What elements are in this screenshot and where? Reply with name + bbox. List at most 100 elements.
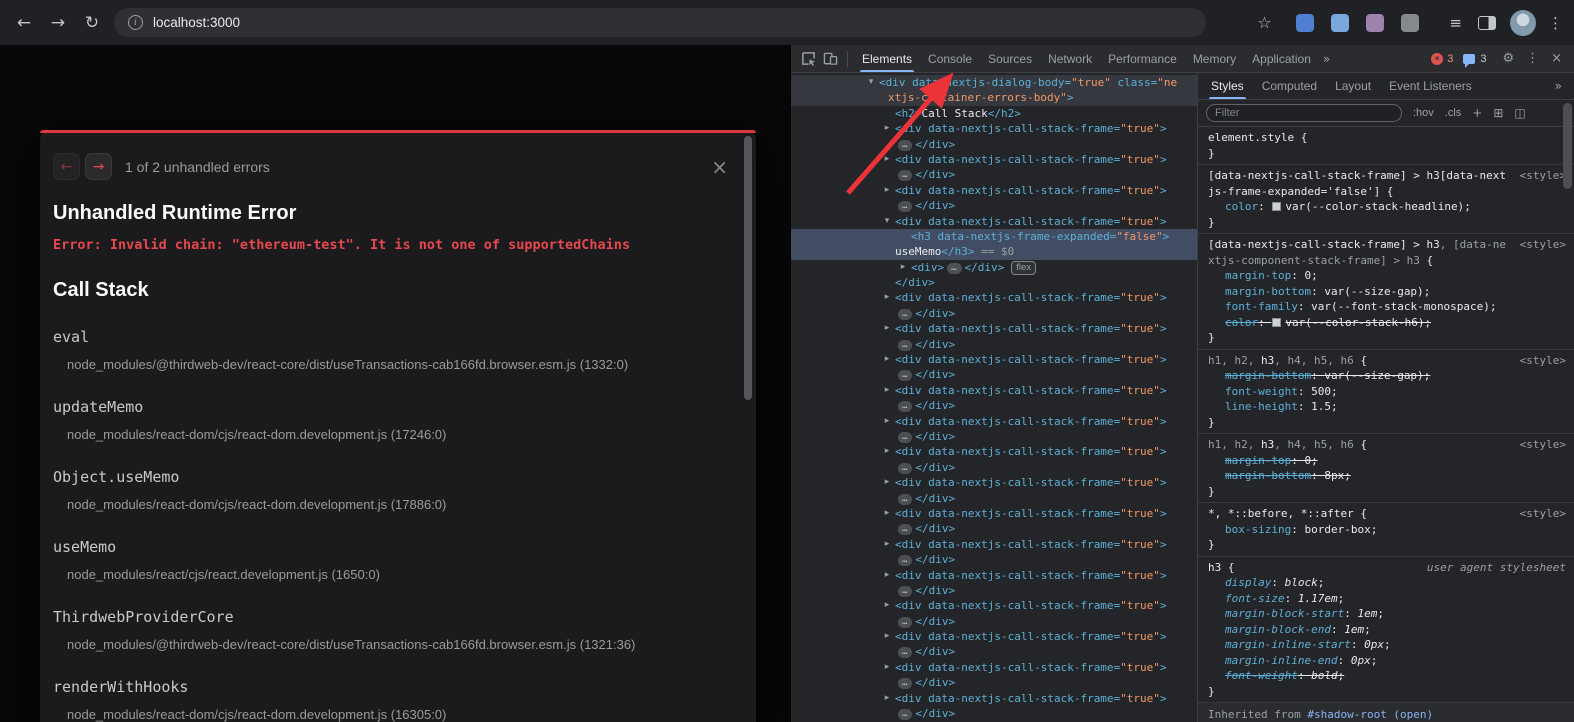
- more-styles-tabs-icon[interactable]: »: [1547, 79, 1570, 93]
- rule-source-link[interactable]: <style>: [1520, 237, 1566, 253]
- dialog-scrollbar-thumb[interactable]: [744, 136, 752, 400]
- dom-node-line[interactable]: …</div>: [791, 521, 1197, 536]
- flex-badge[interactable]: flex: [1011, 261, 1036, 275]
- ellipsis-expand-icon[interactable]: …: [898, 401, 912, 412]
- expand-arrow-icon[interactable]: ▸: [881, 568, 893, 583]
- dom-node-line[interactable]: …</div>: [791, 167, 1197, 182]
- expand-arrow-icon[interactable]: ▸: [881, 660, 893, 675]
- dom-node-line[interactable]: …</div>: [791, 306, 1197, 321]
- bookmark-star-icon[interactable]: ☆: [1252, 13, 1276, 32]
- tab-sources[interactable]: Sources: [980, 45, 1040, 72]
- styles-tab-event-listeners[interactable]: Event Listeners: [1380, 73, 1481, 99]
- dom-node-line[interactable]: ▸<div data-nextjs-call-stack-frame="true…: [791, 183, 1197, 198]
- dom-node-line[interactable]: xtjs-container-errors-body">: [791, 90, 1197, 105]
- ellipsis-expand-icon[interactable]: …: [898, 370, 912, 381]
- devtools-close-icon[interactable]: ×: [1551, 51, 1562, 66]
- back-button[interactable]: ←: [12, 13, 36, 33]
- css-property[interactable]: display: block;: [1208, 575, 1566, 591]
- dom-node-line[interactable]: ▸<div data-nextjs-call-stack-frame="true…: [791, 691, 1197, 706]
- ellipsis-expand-icon[interactable]: …: [898, 432, 912, 443]
- dom-node-line[interactable]: ▸<div data-nextjs-call-stack-frame="true…: [791, 475, 1197, 490]
- rule-source-link[interactable]: <style>: [1520, 168, 1566, 184]
- close-dialog-icon[interactable]: ×: [711, 155, 728, 179]
- css-property[interactable]: font-size: 1.17em;: [1208, 591, 1566, 607]
- dom-node-line[interactable]: …</div>: [791, 614, 1197, 629]
- css-property[interactable]: margin-bottom: var(--size-gap);: [1208, 284, 1566, 300]
- dom-node-line[interactable]: ▸<div data-nextjs-call-stack-frame="true…: [791, 660, 1197, 675]
- dom-node-line[interactable]: ▸<div data-nextjs-call-stack-frame="true…: [791, 152, 1197, 167]
- element-classes-button[interactable]: .cls: [1445, 107, 1462, 119]
- css-property[interactable]: margin-block-end: 1em;: [1208, 622, 1566, 638]
- rule-source-link[interactable]: <style>: [1520, 506, 1566, 522]
- extension-gray[interactable]: [1401, 14, 1419, 32]
- css-property[interactable]: margin-bottom: 8px;: [1208, 468, 1566, 484]
- ellipsis-expand-icon[interactable]: …: [898, 709, 912, 720]
- ellipsis-expand-icon[interactable]: …: [898, 463, 912, 474]
- css-property[interactable]: margin-inline-start: 0px;: [1208, 637, 1566, 653]
- dom-node-line[interactable]: …</div>: [791, 198, 1197, 213]
- collapse-arrow-icon[interactable]: ▾: [865, 75, 877, 90]
- side-panel-icon[interactable]: [1478, 16, 1496, 30]
- collapse-arrow-icon[interactable]: ▾: [881, 214, 893, 229]
- rule-source-link[interactable]: <style>: [1520, 353, 1566, 369]
- ellipsis-expand-icon[interactable]: …: [898, 140, 912, 151]
- ellipsis-expand-icon[interactable]: …: [898, 586, 912, 597]
- ellipsis-expand-icon[interactable]: …: [898, 647, 912, 658]
- tab-console[interactable]: Console: [920, 45, 980, 72]
- dom-node-line[interactable]: ▸<div data-nextjs-call-stack-frame="true…: [791, 321, 1197, 336]
- ellipsis-expand-icon[interactable]: …: [898, 201, 912, 212]
- ellipsis-expand-icon[interactable]: …: [947, 263, 961, 274]
- expand-arrow-icon[interactable]: ▸: [881, 414, 893, 429]
- dom-node-line[interactable]: …</div>: [791, 137, 1197, 152]
- rule-source-link[interactable]: user agent stylesheet: [1427, 560, 1566, 576]
- expand-arrow-icon[interactable]: ▸: [881, 152, 893, 167]
- dom-node-line[interactable]: …</div>: [791, 398, 1197, 413]
- css-property[interactable]: color: var(--color-stack-headline);: [1208, 199, 1566, 215]
- styles-filter-input[interactable]: [1206, 104, 1402, 122]
- dom-node-line[interactable]: …</div>: [791, 337, 1197, 352]
- css-property[interactable]: font-weight: bold;: [1208, 668, 1566, 684]
- dom-node-line[interactable]: ▸<div data-nextjs-call-stack-frame="true…: [791, 383, 1197, 398]
- devtools-menu-icon[interactable]: ⋮: [1526, 51, 1539, 66]
- new-style-rule-icon[interactable]: +: [1472, 106, 1482, 120]
- ellipsis-expand-icon[interactable]: …: [898, 170, 912, 181]
- expand-arrow-icon[interactable]: ▸: [881, 629, 893, 644]
- dom-node-line[interactable]: …</div>: [791, 706, 1197, 721]
- dom-node-line[interactable]: <h3 data-nextjs-frame-expanded="false">: [791, 229, 1197, 244]
- css-property[interactable]: margin-top: 0;: [1208, 453, 1566, 469]
- dom-node-line[interactable]: …</div>: [791, 367, 1197, 382]
- ellipsis-expand-icon[interactable]: …: [898, 309, 912, 320]
- ellipsis-expand-icon[interactable]: …: [898, 678, 912, 689]
- css-property[interactable]: color: var(--color-stack-h6);: [1208, 315, 1566, 331]
- next-error-button[interactable]: →: [85, 153, 112, 180]
- dom-node-line[interactable]: ▸<div data-nextjs-call-stack-frame="true…: [791, 352, 1197, 367]
- ellipsis-expand-icon[interactable]: …: [898, 617, 912, 628]
- ellipsis-expand-icon[interactable]: …: [898, 494, 912, 505]
- styles-tab-styles[interactable]: Styles: [1202, 73, 1253, 99]
- expand-arrow-icon[interactable]: ▸: [881, 444, 893, 459]
- css-property[interactable]: margin-bottom: var(--size-gap);: [1208, 368, 1566, 384]
- console-errors-badge[interactable]: ×3: [1431, 53, 1453, 65]
- dom-node-line[interactable]: ▸<div data-nextjs-call-stack-frame="true…: [791, 444, 1197, 459]
- expand-arrow-icon[interactable]: ▸: [881, 383, 893, 398]
- css-property[interactable]: box-sizing: border-box;: [1208, 522, 1566, 538]
- css-property[interactable]: line-height: 1.5;: [1208, 399, 1566, 415]
- dom-node-line[interactable]: ▸<div data-nextjs-call-stack-frame="true…: [791, 537, 1197, 552]
- dom-node-line[interactable]: ▸<div data-nextjs-call-stack-frame="true…: [791, 629, 1197, 644]
- css-property[interactable]: font-family: var(--font-stack-monospace)…: [1208, 299, 1566, 315]
- previous-error-button[interactable]: ←: [53, 153, 80, 180]
- expand-arrow-icon[interactable]: ▸: [881, 352, 893, 367]
- dom-node-line[interactable]: …</div>: [791, 583, 1197, 598]
- ellipsis-expand-icon[interactable]: …: [898, 555, 912, 566]
- expand-arrow-icon[interactable]: ▸: [881, 598, 893, 613]
- expand-arrow-icon[interactable]: ▸: [881, 475, 893, 490]
- address-bar[interactable]: i localhost:3000: [114, 8, 1206, 37]
- issues-badge[interactable]: 3: [1463, 53, 1486, 65]
- css-property[interactable]: font-weight: 500;: [1208, 384, 1566, 400]
- styles-tab-layout[interactable]: Layout: [1326, 73, 1380, 99]
- expand-arrow-icon[interactable]: ▸: [881, 506, 893, 521]
- expand-arrow-icon[interactable]: ▸: [897, 260, 909, 275]
- tab-elements[interactable]: Elements: [854, 45, 920, 72]
- tab-application[interactable]: Application: [1244, 45, 1319, 72]
- expand-arrow-icon[interactable]: ▸: [881, 290, 893, 305]
